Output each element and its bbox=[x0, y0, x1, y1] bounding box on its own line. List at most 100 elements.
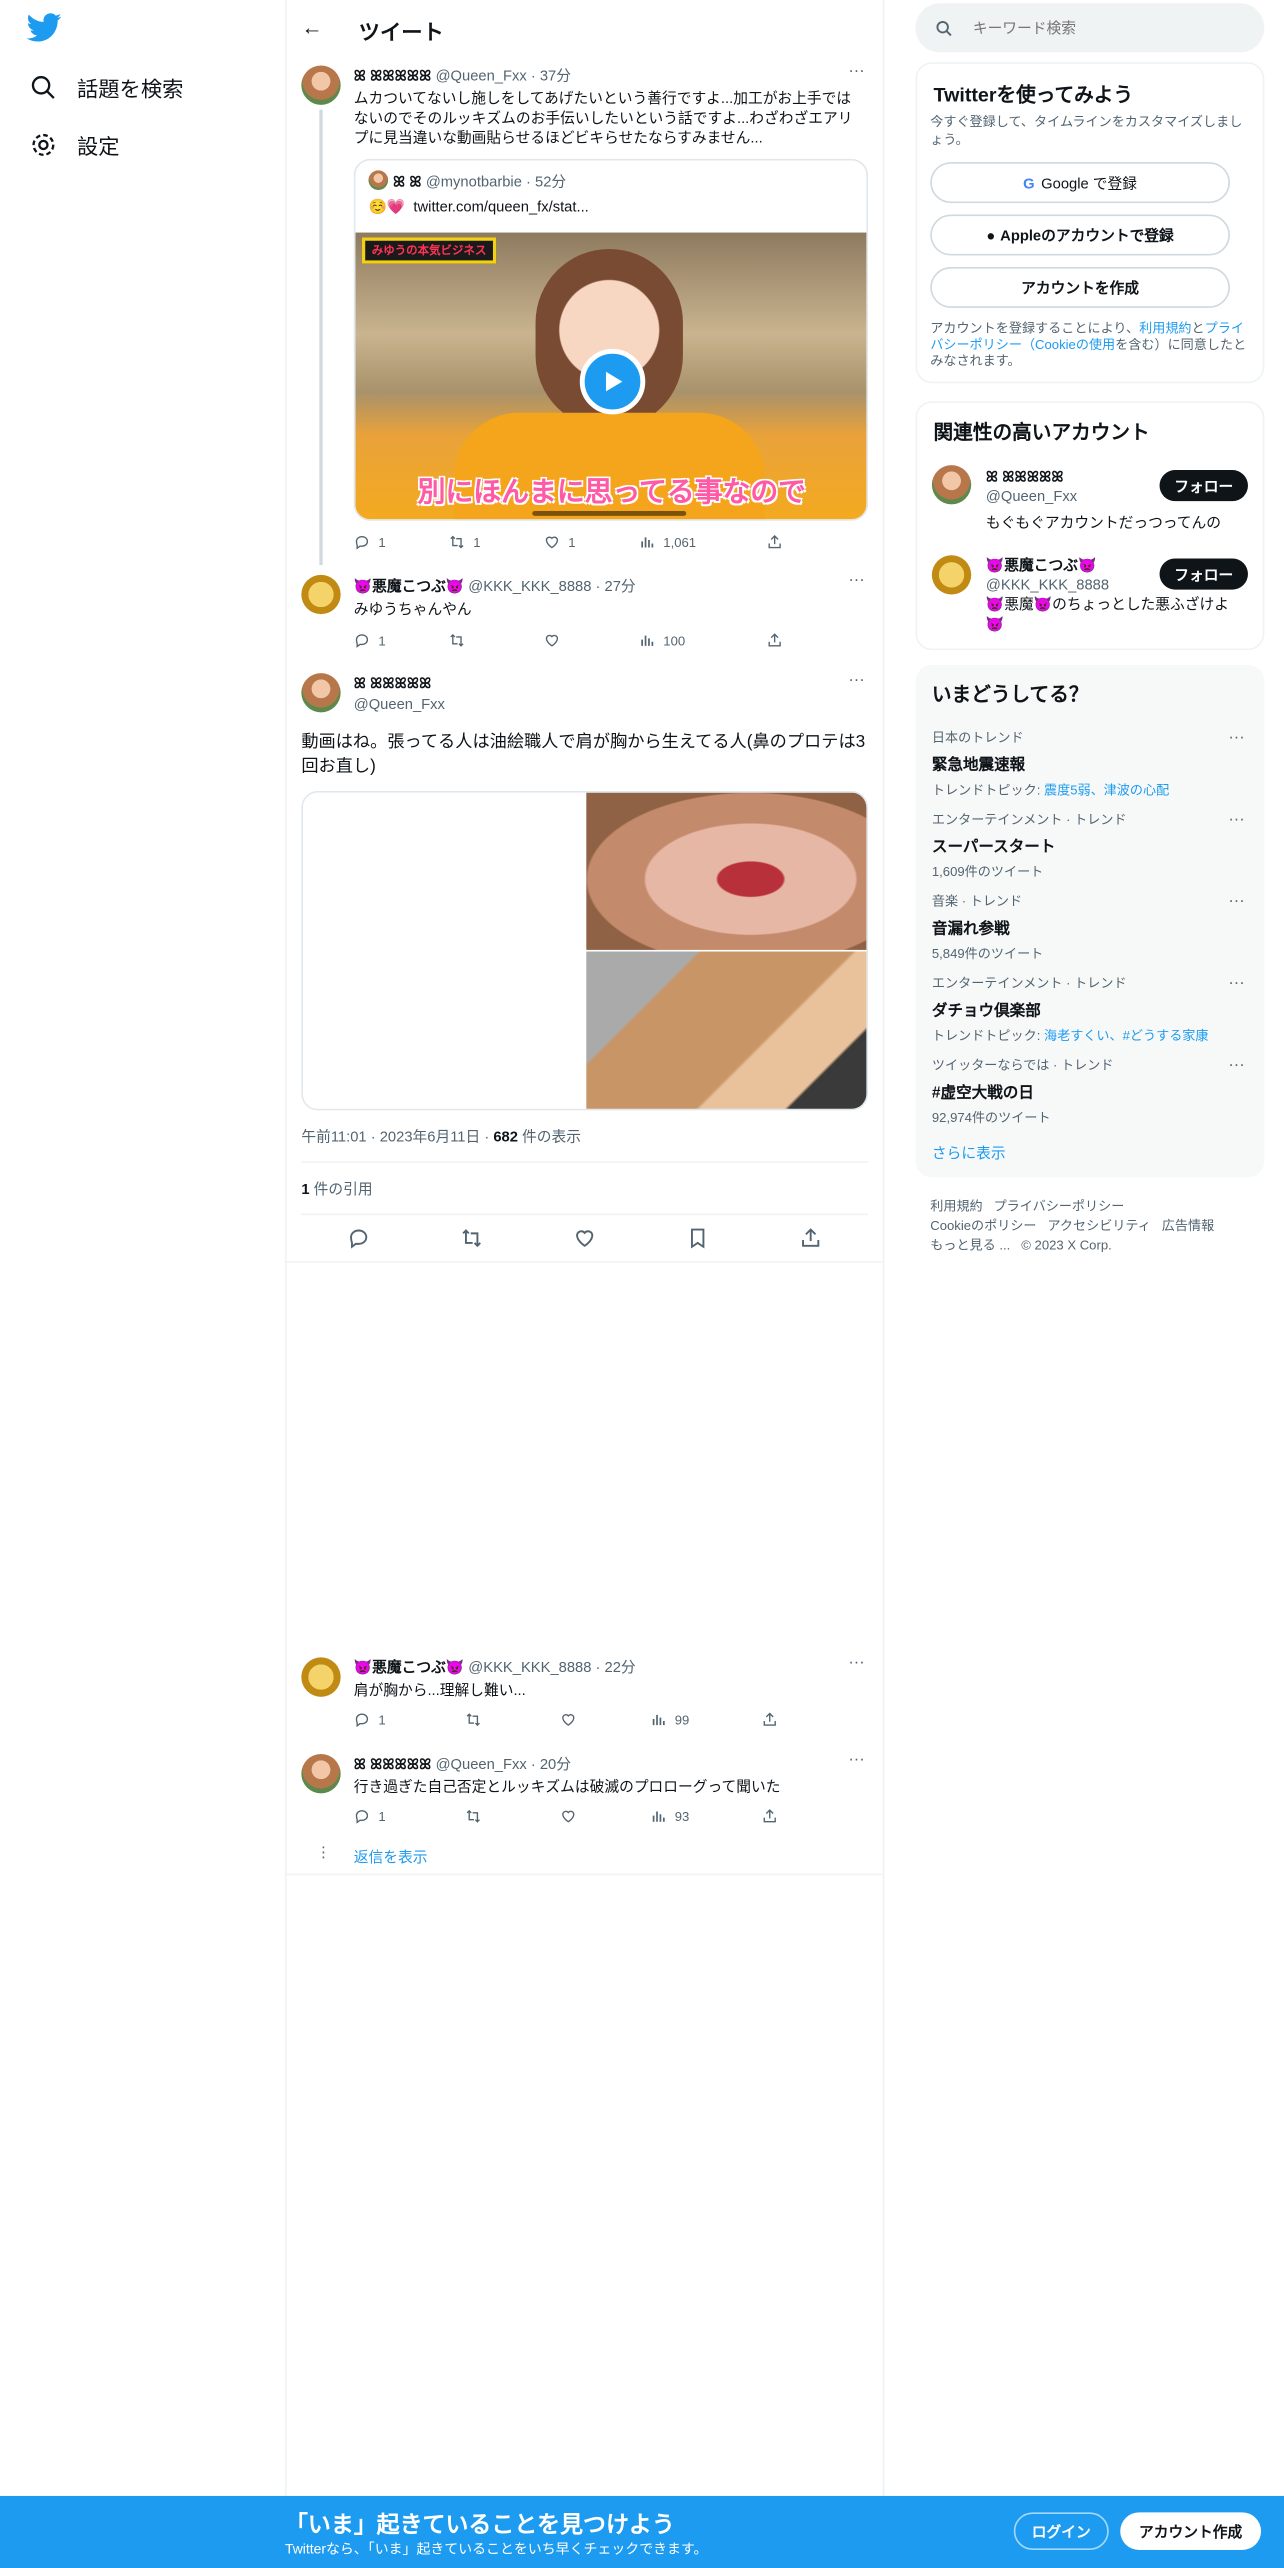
retweet-button[interactable] bbox=[449, 632, 544, 648]
author-handle[interactable]: @KKK_KKK_8888 bbox=[468, 578, 591, 594]
avatar[interactable] bbox=[301, 65, 341, 105]
tweet-time[interactable]: 37分 bbox=[540, 67, 571, 83]
follow-button[interactable]: フォロー bbox=[1159, 470, 1248, 502]
reply-button[interactable]: 1 bbox=[354, 1808, 465, 1824]
trend-item[interactable]: 音楽 · トレンド 音漏れ参戦 5,849件のツイート bbox=[932, 893, 1251, 963]
legal-text: と bbox=[1191, 321, 1205, 336]
views-button[interactable]: 99 bbox=[650, 1711, 761, 1727]
more-icon[interactable]: ··· bbox=[1228, 974, 1244, 992]
show-replies-link[interactable]: 返信を表示 bbox=[354, 1847, 428, 1867]
author-handle[interactable]: @Queen_Fxx bbox=[436, 1756, 527, 1772]
follow-button[interactable]: フォロー bbox=[1159, 558, 1248, 590]
more-icon[interactable]: ··· bbox=[848, 671, 864, 689]
avatar[interactable] bbox=[931, 555, 972, 595]
create-account-label: アカウントを作成 bbox=[1021, 280, 1140, 297]
play-button[interactable] bbox=[579, 348, 646, 415]
cookie-link[interactable]: （Cookieの使用 bbox=[1022, 337, 1115, 352]
more-icon[interactable]: ··· bbox=[1228, 893, 1244, 911]
main-author-name[interactable]: ꕤ ꕤꕤꕤꕤꕤ bbox=[354, 673, 432, 693]
avatar[interactable] bbox=[301, 1754, 341, 1794]
heart-icon[interactable] bbox=[573, 1227, 596, 1250]
share-button[interactable] bbox=[766, 534, 791, 550]
reply-button[interactable]: 1 bbox=[354, 632, 449, 648]
footer-link[interactable]: アクセシビリティ bbox=[1047, 1218, 1150, 1233]
views-button[interactable]: 93 bbox=[650, 1808, 761, 1824]
apple-signup-button[interactable]: ● Appleのアカウントで登録 bbox=[930, 214, 1230, 256]
avatar[interactable] bbox=[301, 1657, 341, 1697]
avatar[interactable] bbox=[301, 574, 341, 615]
views-button[interactable]: 100 bbox=[639, 632, 767, 648]
reply-icon[interactable] bbox=[347, 1227, 370, 1250]
avatar[interactable] bbox=[931, 465, 972, 505]
reply-button[interactable]: 1 bbox=[354, 534, 449, 550]
tweet-time[interactable]: 午前11:01 bbox=[301, 1128, 366, 1144]
footer-link[interactable]: もっと見る ... bbox=[930, 1238, 1010, 1253]
share-button[interactable] bbox=[762, 1711, 787, 1727]
trend-links[interactable]: 震度5弱、津波の心配 bbox=[1044, 783, 1169, 798]
quote-count-row[interactable]: 1 件の引用 bbox=[301, 1179, 372, 1199]
tweet-date[interactable]: 2023年6月11日 bbox=[380, 1128, 481, 1144]
like-button[interactable] bbox=[560, 1808, 650, 1824]
nav-settings[interactable]: 設定 bbox=[29, 129, 120, 160]
author-name[interactable]: 👿悪魔こつぶ👿 bbox=[354, 1659, 464, 1675]
reply-button[interactable]: 1 bbox=[354, 1711, 465, 1728]
video-thumbnail[interactable]: みゆうの本気ビジネス 別にほんまに思ってる事なので bbox=[355, 232, 867, 520]
views-button[interactable]: 1,061 bbox=[639, 534, 767, 550]
more-icon[interactable]: ··· bbox=[1228, 1056, 1244, 1074]
tweet-time[interactable]: 20分 bbox=[540, 1756, 571, 1772]
media-photo-3[interactable] bbox=[586, 951, 867, 1109]
author-handle[interactable]: @KKK_KKK_8888 bbox=[468, 1659, 591, 1675]
footer-link[interactable]: 広告情報 bbox=[1162, 1218, 1214, 1233]
author-name[interactable]: ꕤ ꕤꕤꕤꕤꕤ bbox=[354, 1756, 432, 1772]
author-name[interactable]: 👿悪魔こつぶ👿 bbox=[354, 578, 464, 594]
more-icon[interactable]: ··· bbox=[848, 1751, 864, 1769]
tweet-time[interactable]: 22分 bbox=[605, 1659, 636, 1675]
tweet-time[interactable]: 27分 bbox=[605, 578, 636, 594]
terms-link[interactable]: 利用規約 bbox=[1139, 321, 1191, 336]
footer-link[interactable]: プライバシーポリシー bbox=[994, 1199, 1125, 1214]
search-input[interactable] bbox=[972, 19, 1235, 37]
retweet-button[interactable]: 1 bbox=[449, 534, 544, 550]
main-author-handle[interactable]: @Queen_Fxx bbox=[354, 694, 445, 714]
more-icon[interactable]: ··· bbox=[848, 572, 864, 590]
trend-item[interactable]: エンターテインメント · トレンド ダチョウ倶楽部 トレンドトピック: 海老すくい、… bbox=[932, 974, 1251, 1044]
share-button[interactable] bbox=[762, 1808, 787, 1824]
avatar[interactable] bbox=[301, 673, 341, 713]
retweet-button[interactable] bbox=[465, 1711, 560, 1727]
trend-links[interactable]: 海老すくい、#どうする家康 bbox=[1044, 1029, 1209, 1044]
more-icon[interactable]: ··· bbox=[1228, 729, 1244, 747]
quote-link[interactable]: twitter.com/queen_fx/stat... bbox=[413, 198, 588, 214]
more-icon[interactable]: ··· bbox=[1228, 811, 1244, 829]
trend-item[interactable]: エンターテインメント · トレンド スーパースタート 1,609件のツイート bbox=[932, 811, 1251, 881]
create-account-button[interactable]: アカウントを作成 bbox=[930, 266, 1230, 308]
like-button[interactable] bbox=[544, 632, 639, 648]
share-icon[interactable] bbox=[800, 1227, 823, 1250]
back-arrow-icon[interactable]: ← bbox=[301, 15, 322, 40]
retweet-button[interactable] bbox=[465, 1808, 560, 1824]
show-more-link[interactable]: さらに表示 bbox=[932, 1142, 1006, 1163]
trend-item[interactable]: ツイッターならでは · トレンド #虚空大戦の日 92,974件のツイート bbox=[932, 1056, 1251, 1126]
signup-button[interactable]: アカウント作成 bbox=[1120, 2512, 1262, 2550]
more-icon[interactable]: ··· bbox=[848, 62, 864, 80]
trend-item[interactable]: 日本のトレンド 緊急地震速報 トレンドトピック: 震度5弱、津波の心配 bbox=[932, 729, 1251, 799]
like-button[interactable]: 1 bbox=[544, 534, 639, 550]
retweet-icon bbox=[466, 1713, 480, 1727]
video-progress[interactable] bbox=[532, 510, 687, 516]
footer-link[interactable]: 利用規約 bbox=[930, 1199, 982, 1214]
retweet-icon[interactable] bbox=[460, 1227, 483, 1250]
author-handle[interactable]: @Queen_Fxx bbox=[436, 67, 527, 83]
google-signup-button[interactable]: G Google で登録 bbox=[930, 162, 1230, 204]
quote-tweet[interactable]: ꕤ ꕤ @mynotbarbie · 52分 ☺️💗 twitter.com/q… bbox=[353, 158, 869, 521]
nav-explore[interactable]: 話題を検索 bbox=[29, 72, 183, 103]
author-name[interactable]: ꕤ ꕤꕤꕤꕤꕤ bbox=[354, 67, 432, 83]
login-button[interactable]: ログイン bbox=[1013, 2512, 1109, 2550]
like-button[interactable] bbox=[560, 1711, 650, 1727]
bookmark-icon[interactable] bbox=[686, 1227, 709, 1250]
more-icon[interactable]: ··· bbox=[848, 1654, 864, 1672]
share-button[interactable] bbox=[766, 632, 791, 648]
media-photo-2[interactable] bbox=[586, 792, 867, 950]
search-bar[interactable] bbox=[915, 3, 1265, 53]
footer-link[interactable]: Cookieのポリシー bbox=[930, 1218, 1036, 1233]
media-photo-1[interactable] bbox=[302, 792, 585, 1109]
twitter-bird-icon[interactable] bbox=[26, 13, 62, 51]
